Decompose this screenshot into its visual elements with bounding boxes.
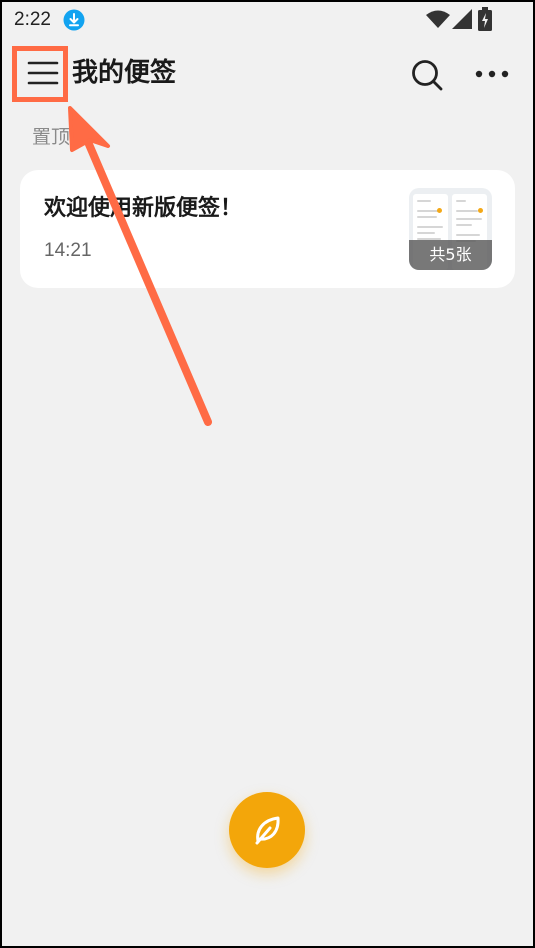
wifi-icon: [426, 10, 450, 28]
note-title: 欢迎使用新版便签！: [44, 196, 243, 221]
feather-pen-icon: [255, 816, 280, 845]
note-time: 14:21: [44, 240, 92, 261]
more-dots-icon[interactable]: [474, 64, 510, 84]
signal-icon: [452, 9, 472, 29]
thumbnail-count-badge: 共5张: [409, 240, 492, 270]
status-bar: 2:22: [0, 0, 535, 40]
note-card[interactable]: 欢迎使用新版便签！ 14:21 共5张: [20, 170, 515, 288]
hamburger-menu-icon[interactable]: [26, 58, 60, 88]
page-title: 我的便签: [72, 58, 177, 88]
new-note-button[interactable]: [229, 792, 305, 868]
pinned-section-label: 置顶: [32, 126, 71, 148]
download-icon: [63, 9, 85, 31]
note-thumbnail: 共5张: [409, 188, 492, 270]
battery-charging-icon: [478, 7, 492, 31]
search-icon[interactable]: [410, 58, 444, 92]
status-time: 2:22: [14, 9, 51, 30]
app-header: 我的便签: [0, 44, 535, 104]
